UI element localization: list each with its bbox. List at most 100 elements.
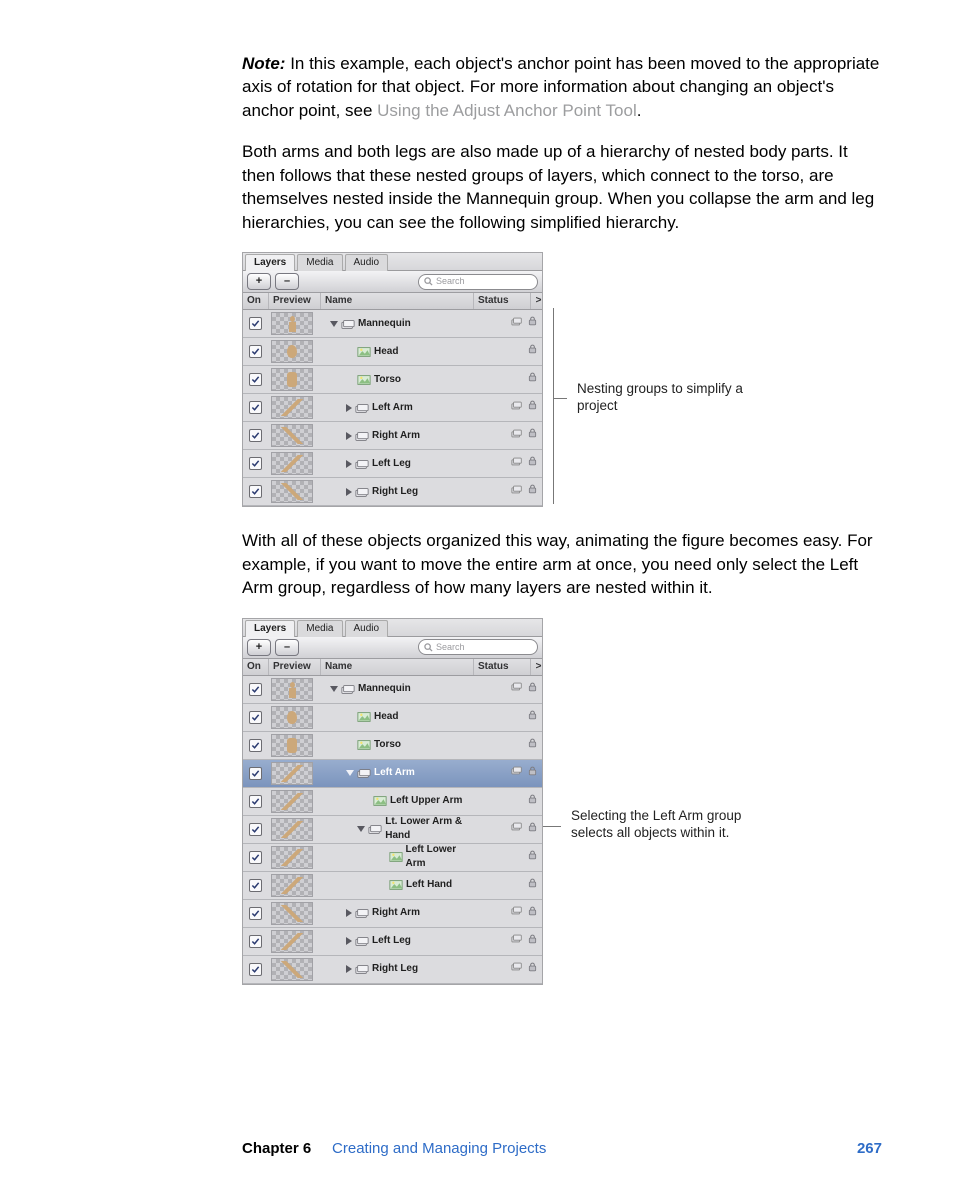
disclose-open-icon[interactable] <box>346 770 354 776</box>
image-icon <box>357 739 371 751</box>
layer-row[interactable]: Left Upper Arm <box>243 788 542 816</box>
disclose-open-icon[interactable] <box>330 321 338 327</box>
lock-icon[interactable] <box>528 934 537 949</box>
disclose-closed-icon[interactable] <box>346 965 352 973</box>
lock-icon[interactable] <box>528 962 537 977</box>
col-name[interactable]: Name <box>321 659 474 675</box>
note-link[interactable]: Using the Adjust Anchor Point Tool <box>377 101 637 120</box>
layer-row[interactable]: Right Leg <box>243 478 542 506</box>
search-input[interactable]: Search <box>418 274 538 290</box>
layer-row[interactable]: Left Arm <box>243 394 542 422</box>
lock-icon[interactable] <box>528 400 537 415</box>
disclose-open-icon[interactable] <box>330 686 338 692</box>
visibility-checkbox[interactable] <box>249 795 262 808</box>
add-button[interactable]: + <box>247 273 271 290</box>
col-preview[interactable]: Preview <box>269 293 321 309</box>
disclose-closed-icon[interactable] <box>346 937 352 945</box>
visibility-checkbox[interactable] <box>249 767 262 780</box>
lock-icon[interactable] <box>528 906 537 921</box>
layer-preview <box>271 312 313 335</box>
lock-icon[interactable] <box>528 850 537 865</box>
lock-icon[interactable] <box>528 738 537 753</box>
col-name[interactable]: Name <box>321 293 474 309</box>
disclose-closed-icon[interactable] <box>346 460 352 468</box>
layer-name: Torso <box>374 738 401 752</box>
tab-audio[interactable]: Audio <box>345 620 389 637</box>
col-preview[interactable]: Preview <box>269 659 321 675</box>
add-button[interactable]: + <box>247 639 271 656</box>
disclose-closed-icon[interactable] <box>346 909 352 917</box>
tabbar: Layers Media Audio <box>243 253 542 271</box>
toolbar: + – Search <box>243 637 542 659</box>
visibility-checkbox[interactable] <box>249 711 262 724</box>
visibility-checkbox[interactable] <box>249 739 262 752</box>
layer-name: Right Arm <box>372 429 420 443</box>
visibility-checkbox[interactable] <box>249 683 262 696</box>
col-on[interactable]: On <box>243 293 269 309</box>
remove-button[interactable]: – <box>275 639 299 656</box>
lock-icon[interactable] <box>528 682 537 697</box>
tab-layers[interactable]: Layers <box>245 620 295 637</box>
visibility-checkbox[interactable] <box>249 823 262 836</box>
lock-icon[interactable] <box>528 822 537 837</box>
page-footer: Chapter 6 Creating and Managing Projects… <box>242 1140 882 1157</box>
layer-row[interactable]: Lt. Lower Arm & Hand <box>243 816 542 844</box>
visibility-checkbox[interactable] <box>249 401 262 414</box>
col-expand[interactable]: > <box>531 659 542 675</box>
disclose-open-icon[interactable] <box>357 826 365 832</box>
search-input[interactable]: Search <box>418 639 538 655</box>
layer-row[interactable]: Head <box>243 704 542 732</box>
layer-rows: MannequinHead Torso Left ArmLeft Upper Arm… <box>243 676 542 984</box>
tab-audio[interactable]: Audio <box>345 254 389 271</box>
layer-row[interactable]: Mannequin <box>243 310 542 338</box>
lock-icon[interactable] <box>528 372 537 387</box>
layer-row[interactable]: Torso <box>243 366 542 394</box>
layer-row[interactable]: Left Lower Arm <box>243 844 542 872</box>
lock-icon[interactable] <box>528 344 537 359</box>
lock-icon[interactable] <box>528 794 537 809</box>
layer-row[interactable]: Left Leg <box>243 928 542 956</box>
layer-row[interactable]: Left Arm <box>243 760 542 788</box>
visibility-checkbox[interactable] <box>249 429 262 442</box>
layers-panel-1: Layers Media Audio + – Search On <box>242 252 543 507</box>
col-status[interactable]: Status <box>474 659 531 675</box>
lock-icon[interactable] <box>528 428 537 443</box>
visibility-checkbox[interactable] <box>249 879 262 892</box>
remove-button[interactable]: – <box>275 273 299 290</box>
layer-row[interactable]: Head <box>243 338 542 366</box>
col-status[interactable]: Status <box>474 293 531 309</box>
disclose-closed-icon[interactable] <box>346 488 352 496</box>
layer-row[interactable]: Left Leg <box>243 450 542 478</box>
visibility-checkbox[interactable] <box>249 935 262 948</box>
layer-row[interactable]: Left Hand <box>243 872 542 900</box>
visibility-checkbox[interactable] <box>249 457 262 470</box>
callout2: Selecting the Left Arm group selects all… <box>543 618 882 985</box>
paragraph-3: With all of these objects organized this… <box>242 529 882 599</box>
tab-media[interactable]: Media <box>297 254 342 271</box>
layer-row[interactable]: Right Arm <box>243 900 542 928</box>
col-on[interactable]: On <box>243 659 269 675</box>
visibility-checkbox[interactable] <box>249 485 262 498</box>
col-expand[interactable]: > <box>531 293 542 309</box>
visibility-checkbox[interactable] <box>249 317 262 330</box>
lock-icon[interactable] <box>528 456 537 471</box>
tab-media[interactable]: Media <box>297 620 342 637</box>
layer-row[interactable]: Mannequin <box>243 676 542 704</box>
lock-icon[interactable] <box>528 710 537 725</box>
layer-row[interactable]: Right Leg <box>243 956 542 984</box>
search-wrap: Search <box>303 639 538 655</box>
visibility-checkbox[interactable] <box>249 851 262 864</box>
layer-row[interactable]: Torso <box>243 732 542 760</box>
disclose-closed-icon[interactable] <box>346 432 352 440</box>
lock-icon[interactable] <box>528 878 537 893</box>
visibility-checkbox[interactable] <box>249 907 262 920</box>
lock-icon[interactable] <box>528 316 537 331</box>
lock-icon[interactable] <box>528 766 537 781</box>
tab-layers[interactable]: Layers <box>245 254 295 271</box>
layer-row[interactable]: Right Arm <box>243 422 542 450</box>
visibility-checkbox[interactable] <box>249 345 262 358</box>
lock-icon[interactable] <box>528 484 537 499</box>
visibility-checkbox[interactable] <box>249 963 262 976</box>
disclose-closed-icon[interactable] <box>346 404 352 412</box>
visibility-checkbox[interactable] <box>249 373 262 386</box>
